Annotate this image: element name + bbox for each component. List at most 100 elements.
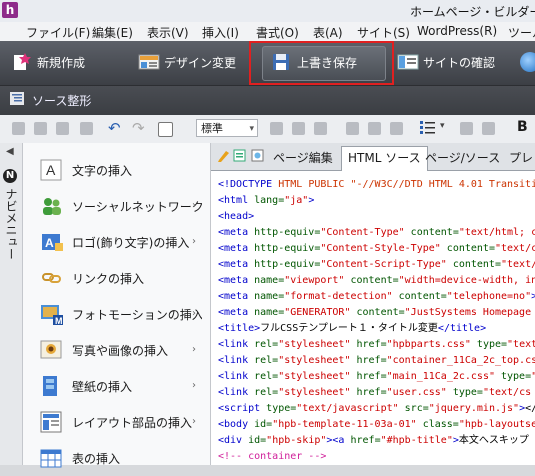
paste-icon[interactable]	[56, 122, 69, 135]
code-line: <head>	[218, 209, 254, 225]
code-token: "width=device-width, in	[398, 275, 535, 286]
code-line: <meta http-equiv="Content-Type" content=…	[218, 225, 535, 241]
paragraph-icon[interactable]	[390, 122, 403, 135]
code-token: http-equiv=	[254, 227, 321, 238]
align-distribute-icon[interactable]	[482, 122, 495, 135]
code-token: <meta	[218, 259, 255, 270]
code-token: content=	[350, 275, 399, 286]
code-token: name=	[254, 275, 285, 286]
nav-item[interactable]: リンクの挿入	[23, 260, 209, 296]
menu-tools[interactable]: ツール	[508, 24, 535, 41]
code-token: href=	[356, 339, 387, 350]
bold-button[interactable]: B	[517, 119, 528, 135]
align-left-icon[interactable]	[270, 122, 283, 135]
indent-icon[interactable]	[346, 122, 359, 135]
nav-menu-title: ナビメニュー	[4, 188, 18, 260]
nav-item[interactable]: レイアウト部品の挿入 ›	[23, 404, 209, 440]
code-token: "text/javascript"	[296, 403, 405, 414]
list-icon[interactable]	[420, 120, 436, 134]
outdent-icon[interactable]	[368, 122, 381, 135]
code-token: rel=	[254, 387, 279, 398]
list-dropdown-icon[interactable]: ▾	[440, 121, 445, 131]
app-icon[interactable]: h	[2, 2, 18, 18]
code-token: content=	[398, 291, 447, 302]
code-token: "viewport"	[284, 275, 351, 286]
code-token: <meta	[218, 307, 255, 318]
chevron-right-icon: ›	[192, 344, 196, 355]
source-format-icon[interactable]	[10, 92, 24, 105]
code-token: "hpb-skip"	[266, 435, 327, 446]
code-token: "stylesheet"	[278, 387, 357, 398]
code-token: href=	[356, 371, 387, 382]
code-token: content=	[446, 243, 495, 254]
code-token: "telephone=no"	[446, 291, 532, 302]
copy-icon[interactable]	[34, 122, 47, 135]
code-token: "#hpb-title"	[380, 435, 453, 446]
code-token: "Content-Type"	[320, 227, 411, 238]
source-format-label[interactable]: ソース整形	[32, 92, 91, 109]
menu-view[interactable]: 表示(V)	[147, 24, 189, 41]
code-token: <!-- container -->	[218, 451, 327, 462]
menu-insert[interactable]: 挿入(I)	[202, 24, 239, 41]
design-change-button[interactable]: デザイン変更	[138, 48, 236, 76]
chevron-right-icon: ›	[192, 416, 196, 427]
editor-toolbar: ↶ ↷ 標準 ▾ ▾ B	[0, 115, 535, 144]
nav-item[interactable]: 表の挿入	[23, 440, 209, 476]
code-line: <html lang="ja">	[218, 193, 314, 209]
code-token: src=	[404, 403, 429, 414]
nav-item[interactable]: M フォトモーションの挿入 ›	[23, 296, 209, 332]
code-token: <meta	[218, 291, 255, 302]
code-token: href=	[350, 435, 381, 446]
tab-page-edit[interactable]: ページ編集	[267, 147, 339, 169]
nav-item[interactable]: ソーシャルネットワークの挿入›	[23, 188, 209, 224]
nav-item[interactable]: 壁紙の挿入 ›	[23, 368, 209, 404]
table-icon	[40, 447, 64, 469]
text-a-icon: A	[40, 159, 64, 181]
code-line: <meta http-equiv="Content-Style-Type" co…	[218, 241, 535, 257]
code-token: class=	[422, 419, 459, 430]
redo-icon[interactable]: ↷	[132, 119, 145, 137]
eraser-icon[interactable]	[80, 122, 93, 135]
code-line: <script type="text/javascript" src="jque…	[218, 401, 535, 417]
chevron-right-icon: ›	[192, 380, 196, 391]
code-line: <body id="hpb-template-11-03a-01" class=…	[218, 417, 535, 433]
tab-page-source[interactable]: ページ/ソース	[419, 147, 506, 169]
code-token: "hpb-template-11-03a-01"	[272, 419, 423, 430]
style-select[interactable]: 標準 ▾	[196, 119, 258, 137]
tab-preview[interactable]: プレビ	[503, 147, 535, 169]
preview-icon	[251, 149, 264, 162]
menu-edit[interactable]: 編集(E)	[92, 24, 133, 41]
cut-icon[interactable]	[12, 122, 25, 135]
nav-item-label: 表の挿入	[72, 451, 121, 466]
collapse-arrow-icon[interactable]: ◀	[6, 146, 14, 157]
align-justify-icon[interactable]	[460, 122, 473, 135]
code-token: id=	[248, 435, 267, 446]
menu-wordpress[interactable]: WordPress(R)	[417, 24, 497, 38]
html-source-editor[interactable]: <!DOCTYPE HTML PUBLIC "-//W3C//DTD HTML …	[211, 171, 535, 465]
code-token: name=	[254, 307, 285, 318]
code-token: "main_11Ca_2c.css"	[386, 371, 501, 382]
undo-icon[interactable]: ↶	[108, 119, 121, 137]
code-token: "Content-Style-Type"	[320, 243, 447, 254]
code-token: <meta	[218, 227, 255, 238]
menu-table[interactable]: 表(A)	[313, 24, 343, 41]
menu-format[interactable]: 書式(O)	[256, 24, 299, 41]
nav-item[interactable]: A ロゴ(飾り文字)の挿入 ›	[23, 224, 209, 260]
code-token: <body	[218, 419, 255, 430]
new-button[interactable]: 新規作成	[11, 48, 85, 76]
align-right-icon[interactable]	[314, 122, 327, 135]
site-check-button[interactable]: サイトの確認	[397, 48, 495, 76]
menu-site[interactable]: サイト(S)	[357, 24, 410, 41]
logo-icon: A	[40, 231, 64, 253]
align-center-icon[interactable]	[292, 122, 305, 135]
globe-icon[interactable]	[520, 52, 535, 72]
nav-item[interactable]: A 文字の挿入	[23, 152, 209, 188]
code-token: "	[531, 371, 535, 382]
code-token: "hpb-layoutse	[458, 419, 535, 430]
code-token: lang=	[254, 195, 285, 206]
menu-file[interactable]: ファイル(F)	[26, 24, 90, 41]
tab-html-source[interactable]: HTML ソース	[341, 146, 428, 171]
nav-item[interactable]: 写真や画像の挿入 ›	[23, 332, 209, 368]
code-line: <link rel="stylesheet" href="hpbparts.cs…	[218, 337, 535, 353]
edit-properties-icon[interactable]	[158, 122, 173, 137]
